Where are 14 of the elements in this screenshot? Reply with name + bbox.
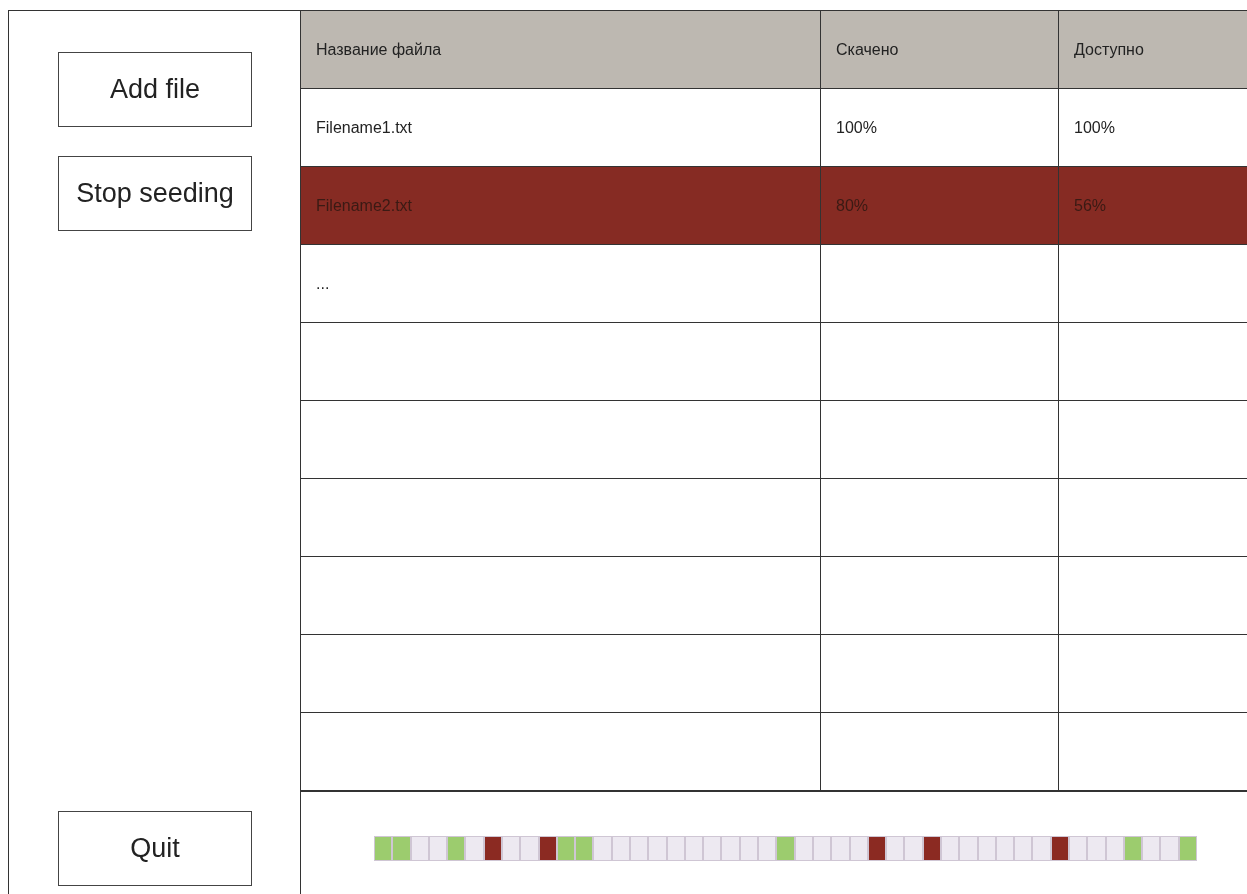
table-cell: ... [316,274,330,293]
table-cell: Filename2.txt [316,196,413,215]
add-file-button[interactable]: Add file [58,52,252,127]
column-header: Скачено [836,40,899,59]
column-header: Доступно [1074,40,1144,59]
table-cell: 56% [1074,196,1107,215]
stop-seeding-button[interactable]: Stop seeding [58,156,252,231]
table-cell: 100% [1074,118,1115,137]
quit-button[interactable]: Quit [58,811,252,886]
table-cell: Filename1.txt [316,118,413,137]
table-cell: 100% [836,118,877,137]
table-row[interactable]: ... [301,245,1247,323]
table-cell: 80% [836,196,869,215]
column-header: Название файла [316,40,442,59]
